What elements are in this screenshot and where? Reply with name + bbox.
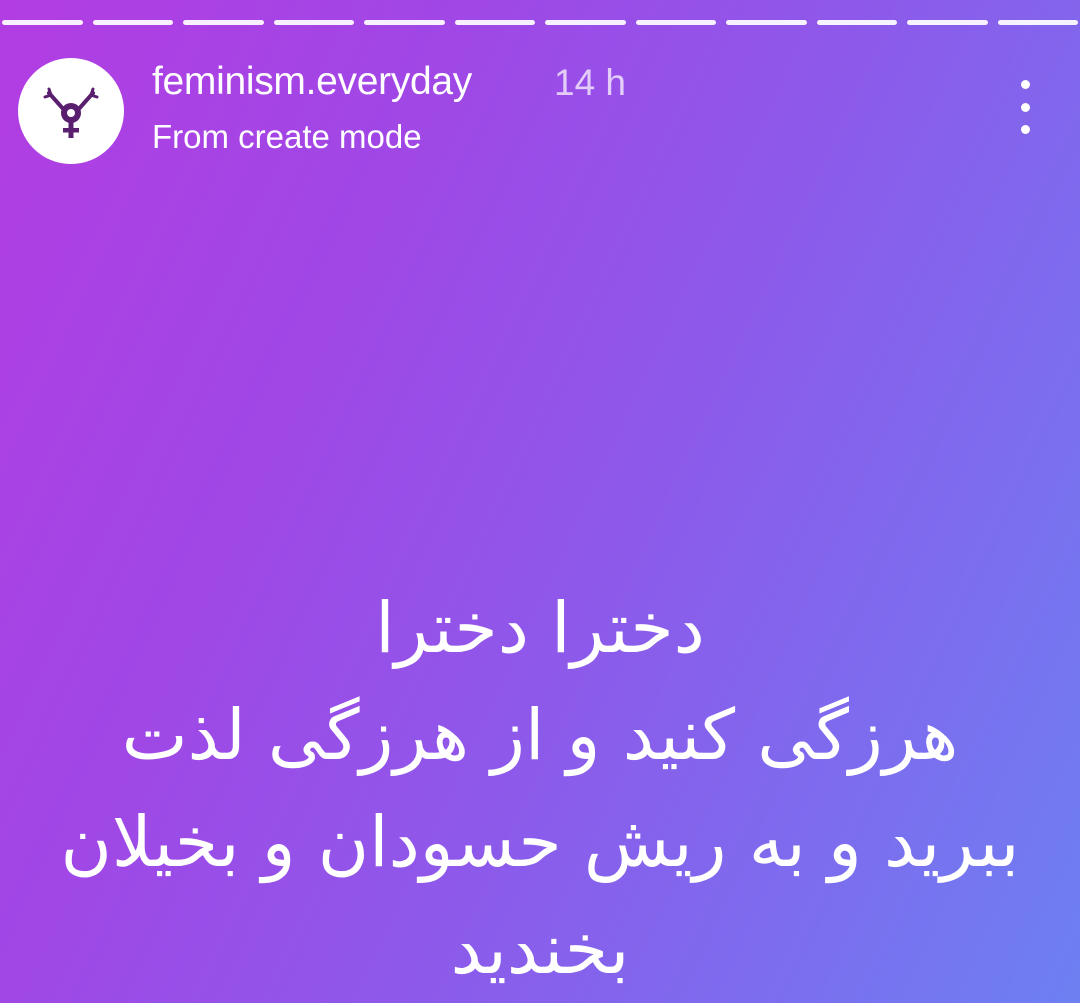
dot <box>1020 80 1030 89</box>
progress-segment <box>635 20 716 25</box>
progress-segment <box>364 20 445 25</box>
dot <box>1020 125 1030 134</box>
venus-symbol-icon <box>43 87 99 138</box>
progress-segment <box>545 20 626 25</box>
story-text-line: بخندید <box>450 908 630 990</box>
avatar[interactable] <box>18 58 124 164</box>
progress-segment <box>907 20 988 25</box>
story-text-line: دخترا دخترا <box>375 587 705 669</box>
story-header: feminism.everyday 14 h From create mode <box>18 58 1040 168</box>
progress-segment <box>726 20 807 25</box>
progress-segment <box>2 20 83 25</box>
story-text: دخترا دخترا هرزگی کنید و از هرزگی لذت بب… <box>30 575 1050 1003</box>
story-text-line: هرزگی کنید و از هرزگی لذت <box>121 694 959 776</box>
story-text-line: ببرید و به ریش حسودان و بخیلان <box>60 801 1020 883</box>
story-progress-bar <box>0 20 1080 25</box>
story-viewer[interactable]: feminism.everyday 14 h From create mode … <box>0 0 1080 1003</box>
progress-segment <box>183 20 264 25</box>
progress-segment <box>92 20 173 25</box>
progress-segment <box>997 20 1078 25</box>
progress-segment <box>816 20 897 25</box>
progress-segment <box>273 20 354 25</box>
story-subtitle[interactable]: From create mode <box>152 118 422 156</box>
more-options-icon[interactable] <box>1010 80 1040 134</box>
story-username[interactable]: feminism.everyday <box>152 60 472 104</box>
dot <box>1020 102 1030 112</box>
story-timestamp: 14 h <box>554 62 627 103</box>
progress-segment <box>454 20 535 25</box>
